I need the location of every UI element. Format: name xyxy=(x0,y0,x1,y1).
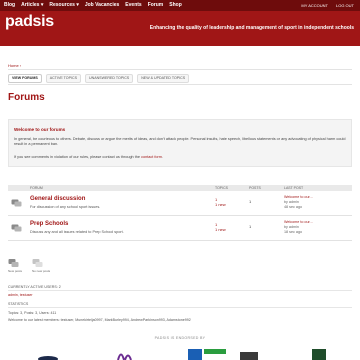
legend-no-new-posts: No new posts xyxy=(32,258,51,273)
site-logo[interactable]: padsis xyxy=(5,13,54,31)
welcome-contact-text: If you see comments in violation of our … xyxy=(14,155,164,159)
tab-active-topics[interactable]: ACTIVE TOPICS xyxy=(45,74,81,83)
nav-events[interactable]: Events xyxy=(125,2,141,9)
my-account-link[interactable]: MY ACCOUNT xyxy=(301,2,328,9)
forum-description: For discussion of any school sport issue… xyxy=(30,205,101,209)
no-new-posts-icon xyxy=(32,259,43,267)
forum-row[interactable]: Prep Schools Discuss any and all issues … xyxy=(8,217,352,241)
forum-description: Discuss any and all issues related to Pr… xyxy=(30,230,124,234)
nav-blog[interactable]: Blog xyxy=(4,2,15,9)
active-users-list[interactable]: admin, testuser xyxy=(8,293,33,297)
account-menu: MY ACCOUNT LOG OUT xyxy=(301,2,354,9)
log-out-link[interactable]: LOG OUT xyxy=(336,2,354,9)
forum-row[interactable]: General discussion For discussion of any… xyxy=(8,192,352,216)
sponsor-logo[interactable] xyxy=(188,349,226,360)
legend-new-posts: New posts xyxy=(8,258,22,273)
site-tagline: Enhancing the quality of leadership and … xyxy=(149,25,354,31)
divider xyxy=(8,84,352,85)
forum-icon-legend: New posts No new posts xyxy=(8,258,51,273)
sponsor-logo[interactable] xyxy=(240,352,258,360)
tab-new-updated-topics[interactable]: NEW & UPDATED TOPICS xyxy=(137,74,190,83)
forum-topics-count: 1 1 new xyxy=(215,222,226,232)
sponsor-logo[interactable] xyxy=(38,356,58,360)
tab-unanswered-topics[interactable]: UNANSWERED TOPICS xyxy=(85,74,134,83)
new-posts-icon xyxy=(8,259,19,267)
nav-resources[interactable]: Resources ▾ xyxy=(49,2,78,9)
forum-column-header: FORUM xyxy=(30,186,43,190)
forum-table-header: FORUM TOPICS POSTS LAST POST xyxy=(8,185,352,191)
sponsor-logos xyxy=(38,349,326,360)
welcome-rules-text: In general, be courteous to others. Deba… xyxy=(14,137,346,146)
forum-new-posts-icon xyxy=(11,199,22,207)
active-users-heading: CURRENTLY ACTIVE USERS: 2 xyxy=(8,285,61,289)
top-navigation-bar: Blog Articles ▾ Resources ▾ Job Vacancie… xyxy=(0,0,360,11)
nav-articles[interactable]: Articles ▾ xyxy=(21,2,43,9)
sponsor-logo[interactable] xyxy=(312,349,326,360)
forum-last-post: Welcome to our... by admin 48 sec ago xyxy=(284,195,313,211)
legend-no-new-posts-label: No new posts xyxy=(32,269,51,273)
nav-shop[interactable]: Shop xyxy=(169,2,182,9)
welcome-notice: Welcome to our forums In general, be cou… xyxy=(8,119,352,167)
nav-forum[interactable]: Forum xyxy=(148,2,164,9)
divider xyxy=(8,69,352,70)
forum-posts-count: 1 xyxy=(249,224,252,229)
nav-job-vacancies[interactable]: Job Vacancies xyxy=(85,2,119,9)
new-topics-link[interactable]: 1 new xyxy=(215,202,226,207)
contact-text: If you see comments in violation of our … xyxy=(14,155,140,159)
legend-new-posts-label: New posts xyxy=(8,269,23,273)
contact-form-link[interactable]: contact form xyxy=(141,155,162,159)
last-post-time: 48 sec ago xyxy=(284,205,303,210)
page-title: Forums xyxy=(8,92,45,103)
forum-title[interactable]: Prep Schools xyxy=(30,221,68,227)
forum-title[interactable]: General discussion xyxy=(30,196,85,202)
welcome-title: Welcome to our forums xyxy=(14,127,66,132)
latest-members: Welcome to our latest members: testuser,… xyxy=(8,318,191,322)
divider xyxy=(8,307,352,308)
tab-view-forums[interactable]: VIEW FORUMS xyxy=(8,74,42,83)
statistics-counts: Topics: 3, Posts: 3, Users: 411 xyxy=(8,311,57,315)
divider xyxy=(8,290,352,291)
last-post-time: 18 sec ago xyxy=(284,230,303,235)
site-banner: padsis Enhancing the quality of leadersh… xyxy=(0,11,360,46)
forum-topics-count: 1 1 new xyxy=(215,197,226,207)
sponsor-logo[interactable] xyxy=(117,353,132,360)
breadcrumb[interactable]: Home › xyxy=(8,63,21,68)
forum-last-post: Welcome to our... by admin 18 sec ago xyxy=(284,220,313,236)
new-topics-link[interactable]: 1 new xyxy=(215,227,226,232)
forum-new-posts-icon xyxy=(11,224,22,232)
forum-posts-count: 1 xyxy=(249,199,252,204)
forum-tabs: VIEW FORUMS ACTIVE TOPICS UNANSWERED TOP… xyxy=(8,74,190,83)
topics-column-header: TOPICS xyxy=(215,186,228,190)
statistics-heading: STATISTICS xyxy=(8,302,29,306)
last-post-column-header: LAST POST xyxy=(284,186,304,190)
endorsed-by-heading: PADSIS IS ENDORSED BY xyxy=(154,336,206,340)
posts-column-header: POSTS xyxy=(249,186,261,190)
main-menu: Blog Articles ▾ Resources ▾ Job Vacancie… xyxy=(4,2,182,9)
